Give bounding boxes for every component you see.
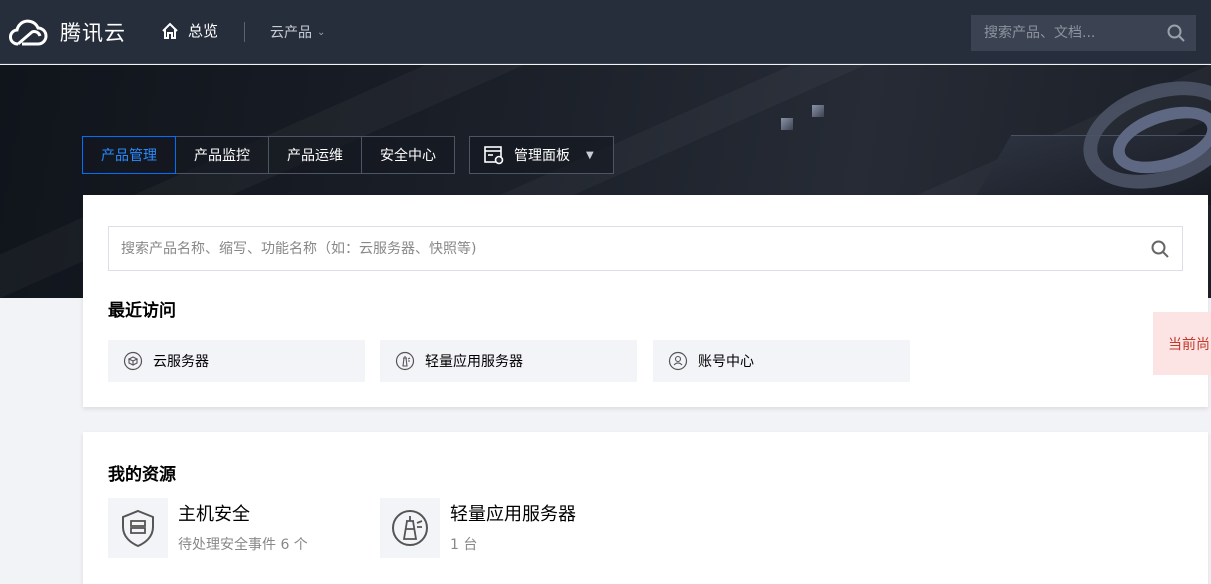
- resource-icon-box: [108, 498, 168, 558]
- lighthouse-icon: [392, 510, 428, 546]
- recent-item-lighthouse[interactable]: 轻量应用服务器: [380, 340, 637, 382]
- tencent-cloud-logo-icon: [9, 19, 48, 46]
- nav-cloud-products[interactable]: 云产品 ⌄: [270, 22, 325, 42]
- manage-panel-label: 管理面板: [514, 148, 570, 164]
- product-search-box: [108, 226, 1183, 271]
- recent-item-label: 账号中心: [698, 354, 754, 370]
- resource-icon-box: [380, 498, 440, 558]
- shield-server-icon: [122, 509, 154, 548]
- product-search-input[interactable]: [109, 240, 1109, 257]
- brand-logo[interactable]: 腾讯云: [8, 16, 126, 48]
- resource-title: 主机安全: [178, 504, 250, 525]
- recent-item-label: 轻量应用服务器: [425, 354, 523, 370]
- lighthouse-icon: [395, 351, 415, 371]
- resource-subtitle: 1 台: [450, 537, 478, 553]
- caret-down-icon: ▼: [586, 149, 594, 161]
- chevron-down-icon: ⌄: [317, 26, 326, 38]
- nav-overview-label: 总览: [188, 22, 219, 40]
- account-icon: [668, 351, 688, 371]
- top-search-input[interactable]: [971, 25, 1151, 41]
- my-resources-title: 我的资源: [108, 465, 176, 485]
- recent-item-account[interactable]: 账号中心: [653, 340, 910, 382]
- notice-tag[interactable]: 当前尚: [1153, 312, 1211, 375]
- recent-item-label: 云服务器: [153, 354, 209, 370]
- tab-product-ops[interactable]: 产品运维: [268, 136, 362, 174]
- resource-title: 轻量应用服务器: [450, 504, 576, 525]
- search-icon[interactable]: [1150, 239, 1170, 259]
- home-icon: [162, 22, 178, 39]
- resource-host-security[interactable]: 主机安全 待处理安全事件 6 个: [108, 498, 308, 558]
- resource-subtitle: 待处理安全事件 6 个: [178, 537, 308, 553]
- product-search-card: 最近访问 云服务器 轻量应用服务器 账号中心: [83, 195, 1208, 407]
- my-resources-card: 我的资源 主机安全 待处理安全事件 6 个 轻量应用服务器 1 台: [83, 432, 1208, 584]
- tab-security-center[interactable]: 安全中心: [361, 136, 455, 174]
- brand-name: 腾讯云: [60, 21, 126, 45]
- manage-panel-button[interactable]: 管理面板 ▼: [469, 136, 614, 174]
- tab-product-management[interactable]: 产品管理: [82, 136, 176, 174]
- tab-product-monitoring[interactable]: 产品监控: [175, 136, 269, 174]
- top-navbar: 腾讯云 总览 云产品 ⌄: [0, 0, 1211, 64]
- nav-cloud-products-label: 云产品: [270, 25, 312, 41]
- recent-visits-title: 最近访问: [108, 301, 176, 321]
- resource-lighthouse[interactable]: 轻量应用服务器 1 台: [380, 498, 576, 558]
- search-icon[interactable]: [1166, 23, 1186, 43]
- nav-overview[interactable]: 总览: [160, 20, 218, 41]
- panel-settings-icon: [484, 146, 504, 165]
- top-search-box: [971, 15, 1196, 51]
- nav-divider: [244, 22, 245, 42]
- cvm-icon: [123, 351, 143, 371]
- recent-item-cvm[interactable]: 云服务器: [108, 340, 365, 382]
- product-tabs: 产品管理 产品监控 产品运维 安全中心: [82, 136, 455, 174]
